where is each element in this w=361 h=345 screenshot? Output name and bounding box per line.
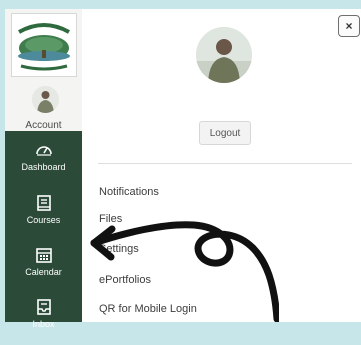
- link-eportfolios[interactable]: ePortfolios: [99, 274, 151, 286]
- dashboard-icon: [35, 146, 52, 156]
- courses-icon: [36, 195, 51, 211]
- nav-label-courses: Courses: [26, 215, 61, 225]
- logout-button[interactable]: Logout: [199, 121, 251, 145]
- tray-divider: [98, 163, 352, 164]
- nav-item-inbox[interactable]: Inbox: [5, 297, 82, 345]
- nav-label-dashboard: Dashboard: [21, 162, 66, 172]
- account-avatar[interactable]: [32, 86, 59, 113]
- screen: Account Dashboard Courses Calendar Inbox…: [0, 0, 361, 329]
- link-files[interactable]: Files: [99, 213, 122, 225]
- nav-label-inbox: Inbox: [32, 319, 55, 329]
- link-settings[interactable]: Settings: [99, 243, 139, 255]
- nav-item-courses[interactable]: Courses: [5, 193, 82, 241]
- close-button[interactable]: ×: [338, 15, 360, 37]
- nav-label-calendar: Calendar: [25, 267, 62, 277]
- link-notifications[interactable]: Notifications: [99, 186, 159, 198]
- account-tray: × Logout Notifications Files Settings eP…: [82, 9, 361, 322]
- calendar-icon: [35, 248, 52, 263]
- link-qr-mobile-login[interactable]: QR for Mobile Login: [99, 303, 197, 315]
- global-nav-links: Dashboard Courses Calendar Inbox: [5, 131, 82, 329]
- district-logo-icon: [14, 17, 74, 73]
- nav-item-dashboard[interactable]: Dashboard: [5, 140, 82, 188]
- nav-item-calendar[interactable]: Calendar: [5, 245, 82, 293]
- district-logo[interactable]: [11, 13, 77, 77]
- inbox-icon: [36, 299, 51, 315]
- profile-avatar: [196, 27, 252, 83]
- profile-photo-icon: [196, 27, 252, 83]
- account-label[interactable]: Account: [5, 120, 82, 131]
- person-photo-icon: [32, 86, 59, 113]
